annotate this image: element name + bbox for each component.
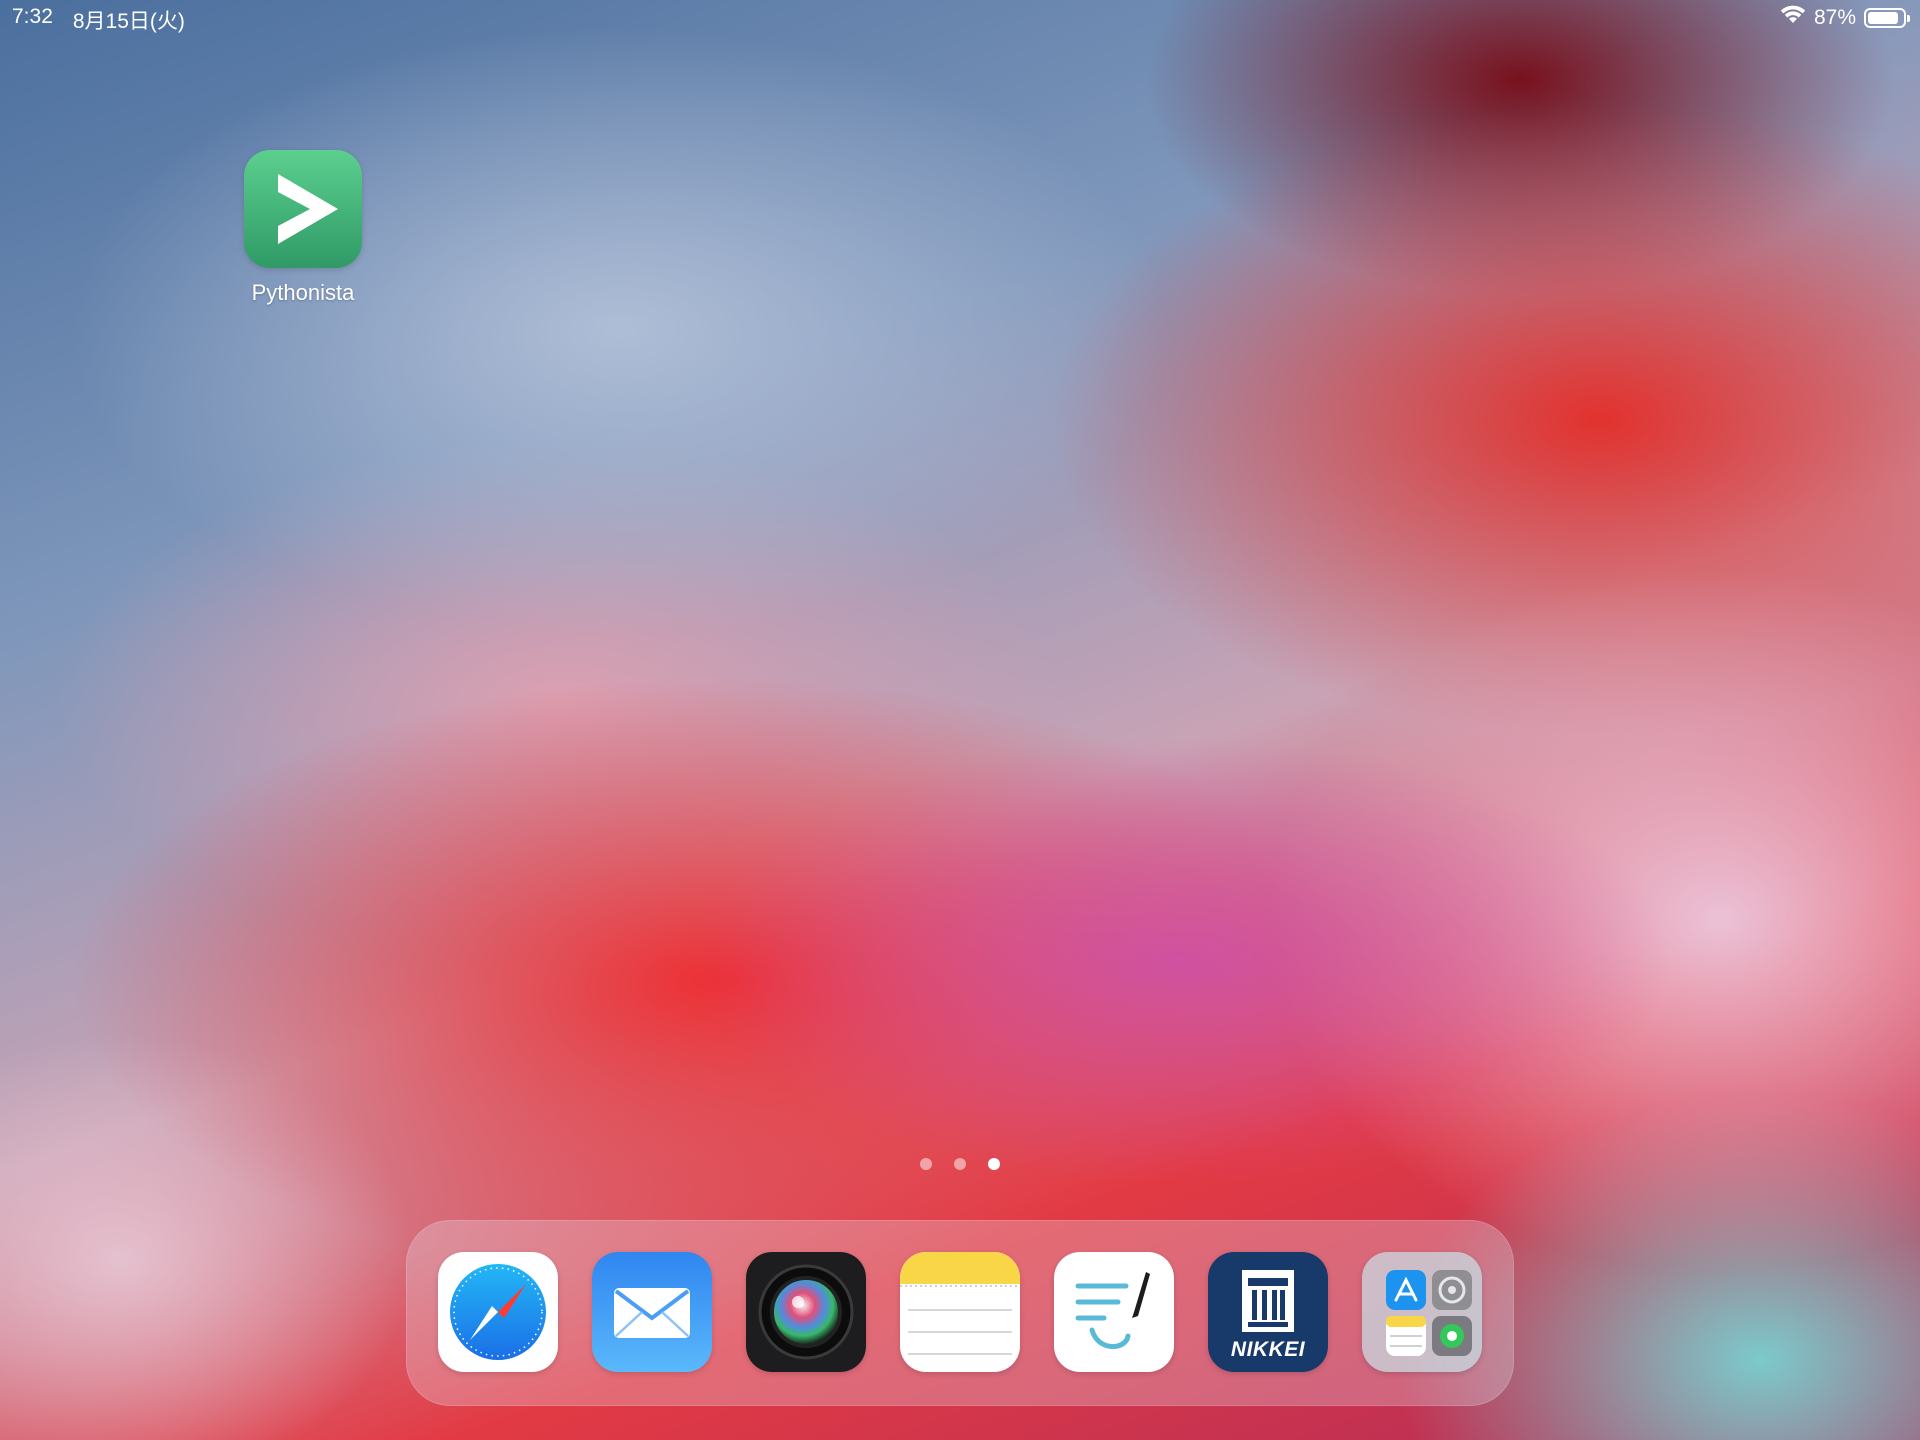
safari-icon[interactable]	[438, 1252, 558, 1372]
status-left: 7:32 8月15日(火)	[12, 5, 185, 35]
battery-icon	[1864, 8, 1910, 28]
page-dot-3[interactable]	[988, 1158, 1000, 1170]
page-indicator[interactable]	[0, 1158, 1920, 1170]
nikkei-wordmark: NIKKEI	[1230, 1338, 1306, 1361]
wifi-icon	[1780, 5, 1806, 31]
battery-percent: 87%	[1813, 6, 1856, 29]
dock-app-safari[interactable]	[438, 1252, 558, 1372]
pythonista-icon[interactable]	[244, 150, 362, 268]
dock-app-mail[interactable]	[592, 1252, 712, 1372]
status-date: 8月15日(火)	[72, 10, 185, 33]
status-time: 7:32	[12, 5, 53, 28]
app-pythonista[interactable]: Pythonista	[244, 150, 362, 306]
recent-apps-folder-icon[interactable]	[1362, 1252, 1482, 1372]
dock-app-camera[interactable]	[746, 1252, 866, 1372]
mail-icon[interactable]	[592, 1252, 712, 1372]
camera-lens-app-icon[interactable]	[746, 1252, 866, 1372]
status-right: 87%	[1780, 5, 1910, 31]
page-dot-1[interactable]	[920, 1158, 932, 1170]
dock-app-nikkei[interactable]: NIKKEI	[1208, 1252, 1328, 1372]
page-dot-2[interactable]	[954, 1158, 966, 1170]
notes-icon[interactable]	[900, 1252, 1020, 1372]
dock-app-handwriting[interactable]	[1054, 1252, 1174, 1372]
battery-level	[1868, 12, 1898, 24]
dock: NIKKEI	[406, 1220, 1514, 1406]
nikkei-icon[interactable]: NIKKEI	[1208, 1252, 1328, 1372]
dock-app-notes[interactable]	[900, 1252, 1020, 1372]
app-label: Pythonista	[251, 280, 355, 305]
dock-app-recent-folder[interactable]	[1362, 1252, 1482, 1372]
handwriting-app-icon[interactable]	[1054, 1252, 1174, 1372]
status-bar: 7:32 8月15日(火) 87%	[0, 0, 1920, 36]
